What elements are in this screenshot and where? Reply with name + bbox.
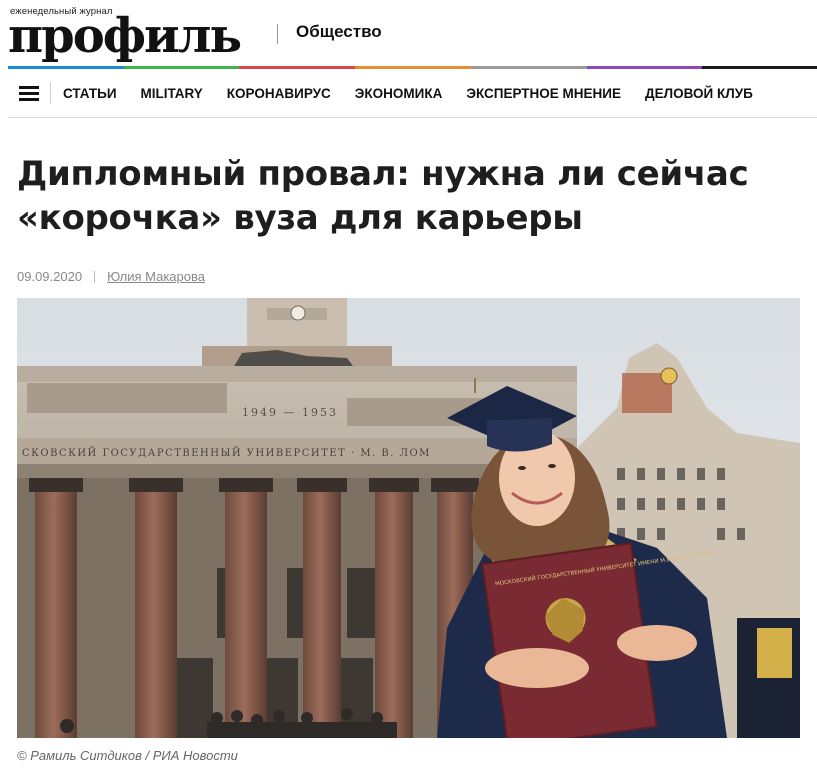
nav-item-military[interactable]: MILITARY — [141, 86, 203, 101]
site-header: еженедельный журнал профиль Общество — [8, 4, 817, 66]
author-link[interactable]: Юлия Макарова — [107, 269, 205, 284]
hamburger-menu-icon[interactable] — [19, 85, 39, 101]
building-years: 1949 — 1953 — [242, 406, 338, 419]
building-frieze: СКОВСКИЙ ГОСУДАРСТВЕННЫЙ УНИВЕРСИТЕТ · М… — [22, 447, 431, 459]
article-title-line-2: «корочка» вуза для карьеры — [17, 198, 583, 238]
meta-divider — [94, 270, 96, 283]
main-nav: СТАТЬИ MILITARY КОРОНАВИРУС ЭКОНОМИКА ЭК… — [8, 69, 817, 118]
nav-item-coronavirus[interactable]: КОРОНАВИРУС — [227, 86, 331, 101]
article-photo: 1949 — 1953 СКОВСКИЙ ГОСУДАРСТВЕННЫЙ УНИ… — [17, 298, 800, 738]
header-divider — [277, 24, 278, 44]
publish-date: 09.09.2020 — [17, 269, 83, 284]
graduate-photo-illustration: 1949 — 1953 СКОВСКИЙ ГОСУДАРСТВЕННЫЙ УНИ… — [17, 298, 800, 738]
photo-caption: © Рамиль Ситдиков / РИА Новости — [17, 748, 238, 763]
site-logo[interactable]: профиль — [8, 8, 242, 64]
article-meta: 09.09.2020 Юлия Макарова — [17, 269, 205, 284]
article-title-line-1: Дипломный провал: нужна ли сейчас — [17, 154, 749, 194]
nav-item-business-club[interactable]: ДЕЛОВОЙ КЛУБ — [645, 86, 753, 101]
article-title: Дипломный провал: нужна ли сейчас «короч… — [17, 152, 777, 240]
nav-divider — [50, 82, 51, 104]
nav-item-economy[interactable]: ЭКОНОМИКА — [355, 86, 443, 101]
nav-item-articles[interactable]: СТАТЬИ — [63, 86, 117, 101]
nav-item-expert-opinion[interactable]: ЭКСПЕРТНОЕ МНЕНИЕ — [466, 86, 621, 101]
section-title[interactable]: Общество — [296, 22, 382, 42]
